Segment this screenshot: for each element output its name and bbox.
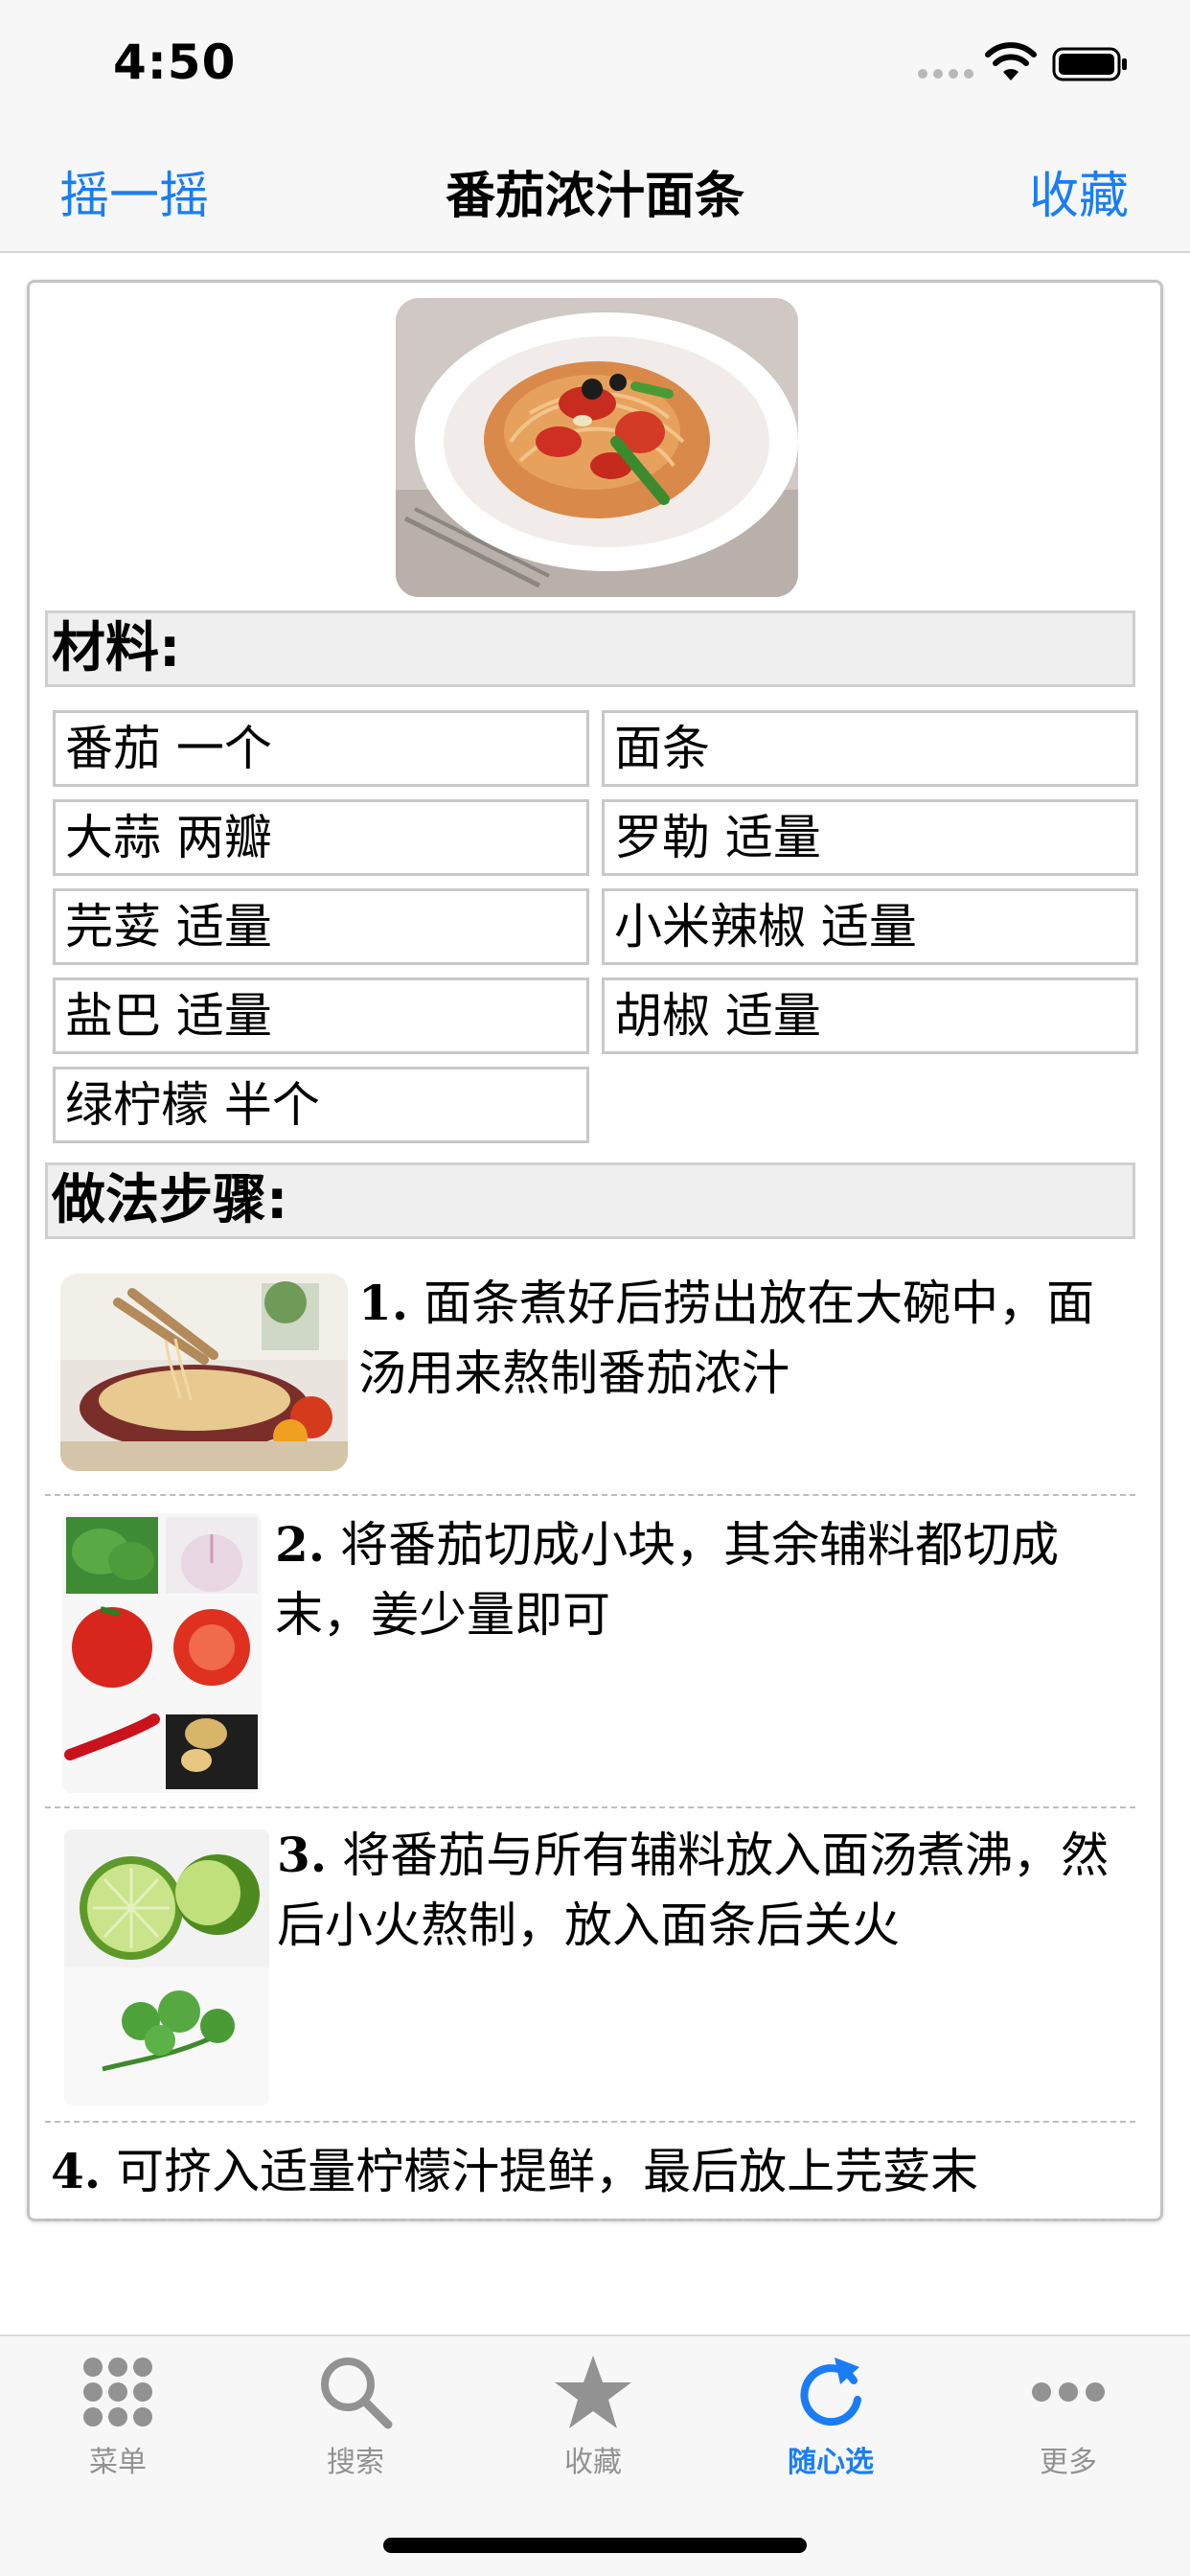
step-3-text: 3. 将番茄与所有辅料放入面汤煮沸，然后小火熬制，放入面条后关火 [277, 1820, 1130, 1961]
tab-favorites[interactable]: 收藏 [497, 2352, 689, 2486]
step-description: 将番茄与所有辅料放入面汤煮沸，然后小火熬制，放入面条后关火 [277, 1828, 1110, 1953]
step-1-photo [60, 1274, 348, 1471]
tab-label: 更多 [1040, 2446, 1097, 2479]
cellular-signal-icon [918, 69, 973, 79]
step-row: 3. 将番茄与所有辅料放入面汤煮沸，然后小火熬制，放入面条后关火 [45, 1808, 1135, 2123]
search-icon [321, 2358, 393, 2429]
star-icon [555, 2356, 631, 2428]
ingredient-item: 盐巴 适量 [53, 978, 589, 1054]
tab-label: 收藏 [564, 2446, 622, 2479]
wifi-icon [985, 42, 1037, 80]
grid-icon [83, 2358, 152, 2426]
ingredient-item: 小米辣椒 适量 [602, 888, 1138, 965]
ingredient-item: 胡椒 适量 [602, 978, 1138, 1054]
tab-label: 搜索 [327, 2446, 384, 2479]
ingredient-item: 罗勒 适量 [602, 799, 1138, 876]
step-3-photo [64, 1829, 269, 2105]
step-2-text: 2. 将番茄切成小块，其余辅料都切成末，姜少量即可 [275, 1509, 1128, 1650]
recipe-card: 材料: 番茄 一个 面条 大蒜 两瓣 罗勒 适量 芫荽 适量 小米辣椒 适量 盐… [27, 280, 1163, 2221]
more-icon [1032, 2382, 1105, 2402]
ingredient-item: 绿柠檬 半个 [53, 1067, 589, 1143]
step-description: 将番茄切成小块，其余辅料都切成末，姜少量即可 [275, 1517, 1060, 1643]
steps-header: 做法步骤: [45, 1162, 1135, 1239]
ingredient-item: 番茄 一个 [53, 710, 589, 787]
battery-icon [1052, 47, 1127, 81]
tab-more[interactable]: 更多 [973, 2352, 1164, 2486]
step-description: 面条煮好后捞出放在大碗中，面汤用来熬制番茄浓汁 [358, 1276, 1095, 1401]
step-row: 4. 可挤入适量柠檬汁提鲜，最后放上芫荽末 [45, 2123, 1135, 2220]
dish-photo [396, 298, 798, 597]
tab-label: 随心选 [788, 2446, 874, 2479]
step-row: 1. 面条煮好后捞出放在大碗中，面汤用来熬制番茄浓汁 [45, 1258, 1135, 1496]
step-number: 1. [358, 1275, 409, 1331]
step-number: 4. [51, 2143, 102, 2199]
status-time: 4:50 [113, 34, 237, 90]
home-indicator [383, 2538, 807, 2553]
ingredient-item: 芫荽 适量 [53, 888, 589, 965]
favorite-button[interactable]: 收藏 [1029, 155, 1129, 227]
materials-header: 材料: [45, 610, 1135, 687]
navigation-bar: 摇一摇 番茄浓汁面条 收藏 [0, 126, 1190, 253]
step-description: 可挤入适量柠檬汁提鲜，最后放上芫荽末 [101, 2144, 979, 2199]
tab-random-pick[interactable]: 随心选 [735, 2352, 927, 2486]
ingredient-item: 面条 [602, 710, 1138, 787]
tab-label: 菜单 [89, 2446, 147, 2479]
step-1-text: 1. 面条煮好后捞出放在大碗中，面汤用来熬制番茄浓汁 [358, 1268, 1134, 1409]
step-row: 2. 将番茄切成小块，其余辅料都切成末，姜少量即可 [45, 1496, 1135, 1808]
ingredient-item: 大蒜 两瓣 [53, 799, 589, 876]
step-number: 3. [277, 1827, 328, 1883]
step-number: 2. [275, 1516, 326, 1573]
tab-menu[interactable]: 菜单 [22, 2352, 214, 2486]
tab-search[interactable]: 搜索 [260, 2352, 451, 2486]
step-4-text: 4. 可挤入适量柠檬汁提鲜，最后放上芫荽末 [51, 2136, 1124, 2207]
status-bar: 4:50 [0, 0, 1190, 126]
step-2-photo [62, 1513, 262, 1793]
refresh-icon [800, 2358, 861, 2426]
page-title: 番茄浓汁面条 [445, 168, 744, 225]
